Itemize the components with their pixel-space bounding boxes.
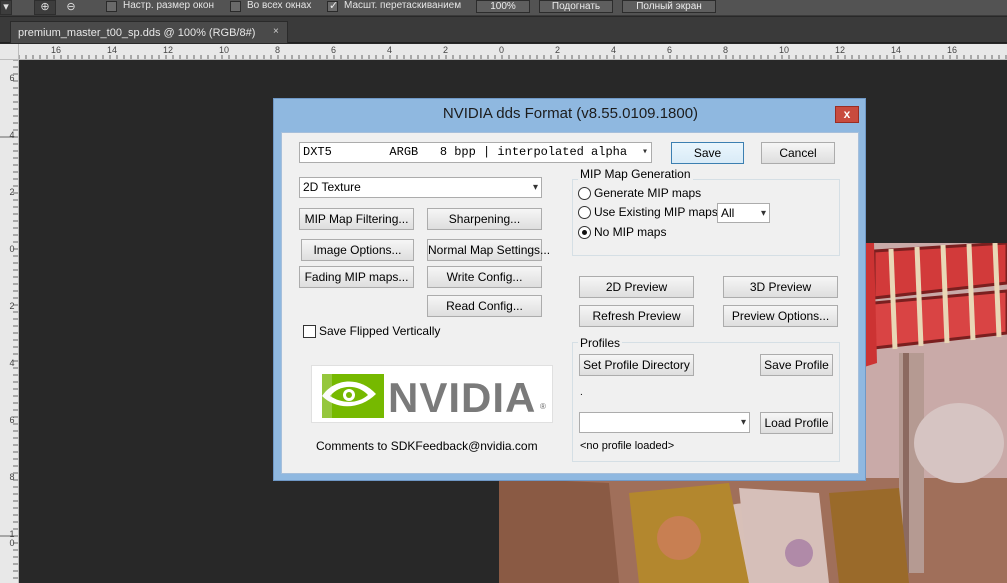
- ruler-top-label: 4: [387, 45, 393, 55]
- ruler-top-label: 0: [499, 45, 505, 55]
- ruler-left-label: 6: [9, 73, 15, 83]
- full-screen-button[interactable]: Полный экран: [622, 0, 716, 13]
- ruler-left-label: 6: [9, 415, 15, 425]
- ruler-left-label: 0: [9, 244, 15, 254]
- normal-map-settings-button[interactable]: Normal Map Settings...: [427, 239, 550, 261]
- ruler-top-label: 6: [667, 45, 673, 55]
- preview-3d-button[interactable]: 3D Preview: [723, 276, 838, 298]
- profile-status-text: <no profile loaded>: [580, 440, 675, 452]
- ruler-corner: [0, 44, 19, 60]
- existing-mip-select[interactable]: All ▾: [717, 203, 770, 223]
- close-tab-icon[interactable]: ×: [273, 26, 279, 37]
- scrubby-zoom-label: Масшт. перетаскиванием: [344, 0, 462, 11]
- ruler-left-label: 4: [9, 358, 15, 368]
- radio-generate-mip[interactable]: [578, 187, 591, 200]
- existing-mip-value: All: [721, 206, 735, 220]
- registered-mark: ®: [540, 402, 546, 411]
- dialog-close-button[interactable]: x: [835, 106, 859, 123]
- ruler-top-label: 12: [835, 45, 846, 55]
- document-tab-label: premium_master_t00_sp.dds @ 100% (RGB/8#…: [18, 27, 256, 39]
- ruler-left-label: 4: [9, 130, 15, 140]
- ruler-top-label: 6: [331, 45, 337, 55]
- profile-path-text: .: [580, 387, 583, 398]
- chevron-down-icon: ▾: [532, 182, 538, 193]
- ruler-top-label: 12: [163, 45, 174, 55]
- zoom-out-icon[interactable]: ⊖: [60, 0, 82, 15]
- all-windows-checkbox[interactable]: [230, 1, 241, 12]
- nvidia-wordmark: NVIDIA: [388, 374, 537, 421]
- radio-use-existing-mip[interactable]: [578, 206, 591, 219]
- resize-windows-checkbox[interactable]: [106, 1, 117, 12]
- chevron-down-icon: ▾: [760, 208, 766, 219]
- resize-windows-label: Настр. размер окон: [123, 0, 214, 11]
- ruler-top-label: 4: [611, 45, 617, 55]
- format-select[interactable]: DXT5 ARGB 8 bpp | interpolated alpha ▾: [299, 142, 652, 163]
- document-tab[interactable]: premium_master_t00_sp.dds @ 100% (RGB/8#…: [10, 21, 288, 43]
- profile-select[interactable]: ▾: [579, 412, 750, 433]
- radio-no-mip[interactable]: [578, 226, 591, 239]
- ruler-top-label: 14: [891, 45, 902, 55]
- mip-generation-title: MIP Map Generation: [578, 167, 693, 181]
- scrubby-zoom-checkbox[interactable]: [327, 0, 338, 12]
- ruler-top-label: 2: [443, 45, 449, 55]
- options-bar: ▾ ⊕ ⊖ Настр. размер окон Во всех окнах М…: [0, 0, 1007, 16]
- tool-preset-dropdown[interactable]: ▾: [0, 0, 12, 15]
- document-tab-bar: premium_master_t00_sp.dds @ 100% (RGB/8#…: [0, 17, 1007, 43]
- save-flipped-label: Save Flipped Vertically: [319, 324, 441, 338]
- set-profile-directory-button[interactable]: Set Profile Directory: [579, 354, 694, 376]
- radio-generate-mip-label: Generate MIP maps: [594, 186, 702, 200]
- ruler-top-label: 2: [555, 45, 561, 55]
- fit-screen-button[interactable]: Подогнать: [539, 0, 613, 13]
- dialog-title: NVIDIA dds Format (v8.55.0109.1800): [442, 105, 699, 122]
- horizontal-ruler[interactable]: 16 14 12 10 8 6 4 2 0 2 4 6 8 10 12 14 16: [19, 44, 1007, 60]
- format-select-value: DXT5 ARGB 8 bpp | interpolated alpha: [303, 145, 628, 159]
- load-profile-button[interactable]: Load Profile: [760, 412, 833, 434]
- ruler-top-label: 10: [779, 45, 790, 55]
- preview-2d-button[interactable]: 2D Preview: [579, 276, 694, 298]
- radio-use-existing-mip-label: Use Existing MIP maps: [594, 205, 718, 219]
- mip-filtering-button[interactable]: MIP Map Filtering...: [299, 208, 414, 230]
- ruler-left-label: 1 0: [9, 529, 15, 548]
- fading-mip-button[interactable]: Fading MIP maps...: [299, 266, 414, 288]
- ruler-left-label: 8: [9, 472, 15, 482]
- save-button[interactable]: Save: [671, 142, 744, 164]
- ruler-top-label: 8: [723, 45, 729, 55]
- save-flipped-checkbox[interactable]: [303, 325, 316, 338]
- ruler-top-label: 14: [107, 45, 118, 55]
- zoom-in-icon[interactable]: ⊕: [34, 0, 56, 15]
- ruler-left-label: 2: [9, 187, 15, 197]
- image-options-button[interactable]: Image Options...: [301, 239, 414, 261]
- nvidia-logo: NVIDIA ®: [311, 365, 553, 423]
- ruler-top-label: 16: [947, 45, 958, 55]
- save-profile-button[interactable]: Save Profile: [760, 354, 833, 376]
- comments-text: Comments to SDKFeedback@nvidia.com: [316, 439, 538, 453]
- ruler-left-label: 2: [9, 301, 15, 311]
- texture-type-select[interactable]: 2D Texture ▾: [299, 177, 542, 198]
- profiles-title: Profiles: [578, 336, 623, 350]
- cancel-button[interactable]: Cancel: [761, 142, 835, 164]
- chevron-down-icon: ▾: [641, 147, 648, 158]
- sharpening-button[interactable]: Sharpening...: [427, 208, 542, 230]
- ruler-top-label: 8: [275, 45, 281, 55]
- refresh-preview-button[interactable]: Refresh Preview: [579, 305, 694, 327]
- vertical-ruler[interactable]: 6 4 2 0 2 4 6 8 1 0: [0, 60, 19, 583]
- radio-no-mip-label: No MIP maps: [594, 225, 667, 239]
- all-windows-label: Во всех окнах: [247, 0, 312, 11]
- write-config-button[interactable]: Write Config...: [427, 266, 542, 288]
- ruler-top-label: 10: [219, 45, 230, 55]
- nvidia-dds-dialog: NVIDIA dds Format (v8.55.0109.1800) x DX…: [273, 98, 866, 481]
- chevron-down-icon: ▾: [740, 417, 746, 428]
- nvidia-eye-icon: [322, 374, 384, 418]
- dialog-client-area: DXT5 ARGB 8 bpp | interpolated alpha ▾ S…: [281, 132, 859, 474]
- texture-type-value: 2D Texture: [303, 180, 361, 194]
- preview-options-button[interactable]: Preview Options...: [723, 305, 838, 327]
- actual-pixels-button[interactable]: 100%: [476, 0, 530, 13]
- ruler-top-label: 16: [51, 45, 62, 55]
- read-config-button[interactable]: Read Config...: [427, 295, 542, 317]
